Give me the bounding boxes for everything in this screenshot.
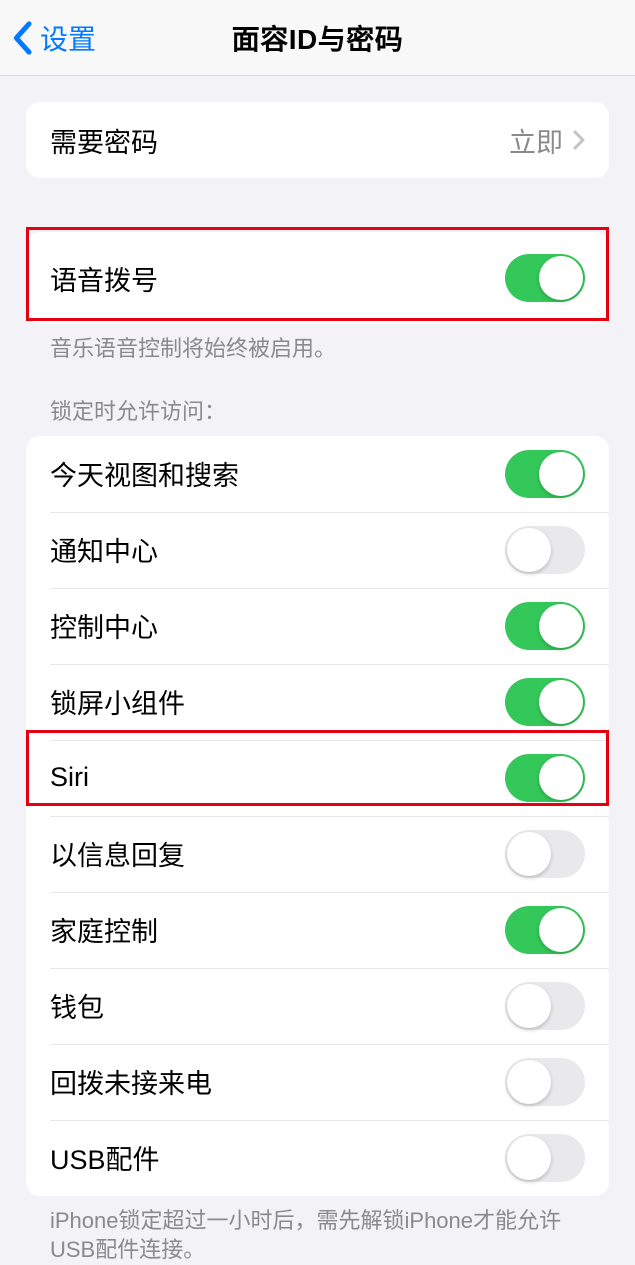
back-label: 设置	[40, 18, 96, 58]
nav-bar: 设置 面容ID与密码	[0, 0, 635, 76]
voice-dial-footer: 音乐语音控制将始终被启用。	[0, 324, 635, 364]
lock-access-header: 锁定时允许访问：	[0, 394, 635, 436]
require-passcode-value: 立即	[509, 121, 563, 160]
lockscreen-widgets-toggle[interactable]	[505, 678, 585, 726]
back-chevron-icon	[12, 21, 32, 55]
siri-toggle[interactable]	[505, 754, 585, 802]
notification-center-toggle[interactable]	[505, 526, 585, 574]
siri-label: Siri	[50, 762, 89, 793]
row-reply-message: 以信息回复	[26, 816, 609, 892]
lock-access-footer: iPhone锁定超过一小时后，需先解锁iPhone才能允许USB配件连接。	[0, 1196, 635, 1265]
row-lockscreen-widgets: 锁屏小组件	[26, 664, 609, 740]
usb-accessories-label: USB配件	[50, 1138, 160, 1177]
reply-message-label: 以信息回复	[50, 834, 185, 873]
page-title: 面容ID与密码	[232, 18, 404, 58]
control-center-label: 控制中心	[50, 606, 158, 645]
content: 需要密码 立即 语音拨号 音乐语音控制将始终被启用。 锁定时允许访问： 今天视图…	[0, 76, 635, 1265]
row-notification-center: 通知中心	[26, 512, 609, 588]
row-usb-accessories: USB配件	[26, 1120, 609, 1196]
row-voice-dial: 语音拨号	[26, 232, 609, 324]
today-view-label: 今天视图和搜索	[50, 454, 239, 493]
usb-accessories-toggle[interactable]	[505, 1134, 585, 1182]
home-control-toggle[interactable]	[505, 906, 585, 954]
row-siri: Siri	[26, 740, 609, 816]
control-center-toggle[interactable]	[505, 602, 585, 650]
reply-message-toggle[interactable]	[505, 830, 585, 878]
chevron-right-icon	[573, 130, 585, 150]
return-missed-calls-label: 回拨未接来电	[50, 1062, 212, 1101]
row-today-view: 今天视图和搜索	[26, 436, 609, 512]
home-control-label: 家庭控制	[50, 910, 158, 949]
row-wallet: 钱包	[26, 968, 609, 1044]
group-lock-access: 今天视图和搜索通知中心控制中心锁屏小组件 Siri 以信息回复家庭控制钱包回拨未接来…	[26, 436, 609, 1196]
row-require-passcode[interactable]: 需要密码 立即	[26, 102, 609, 178]
row-control-center: 控制中心	[26, 588, 609, 664]
wallet-label: 钱包	[50, 986, 104, 1025]
notification-center-label: 通知中心	[50, 530, 158, 569]
today-view-toggle[interactable]	[505, 450, 585, 498]
return-missed-calls-toggle[interactable]	[505, 1058, 585, 1106]
group-voice-dial: 语音拨号	[26, 232, 609, 324]
row-home-control: 家庭控制	[26, 892, 609, 968]
require-passcode-label: 需要密码	[50, 121, 158, 160]
row-return-missed-calls: 回拨未接来电	[26, 1044, 609, 1120]
back-button[interactable]: 设置	[0, 18, 96, 58]
row-trailing: 立即	[509, 121, 585, 160]
voice-dial-label: 语音拨号	[50, 259, 158, 298]
wallet-toggle[interactable]	[505, 982, 585, 1030]
lockscreen-widgets-label: 锁屏小组件	[50, 682, 185, 721]
group-require-passcode: 需要密码 立即	[26, 102, 609, 178]
voice-dial-toggle[interactable]	[505, 254, 585, 302]
